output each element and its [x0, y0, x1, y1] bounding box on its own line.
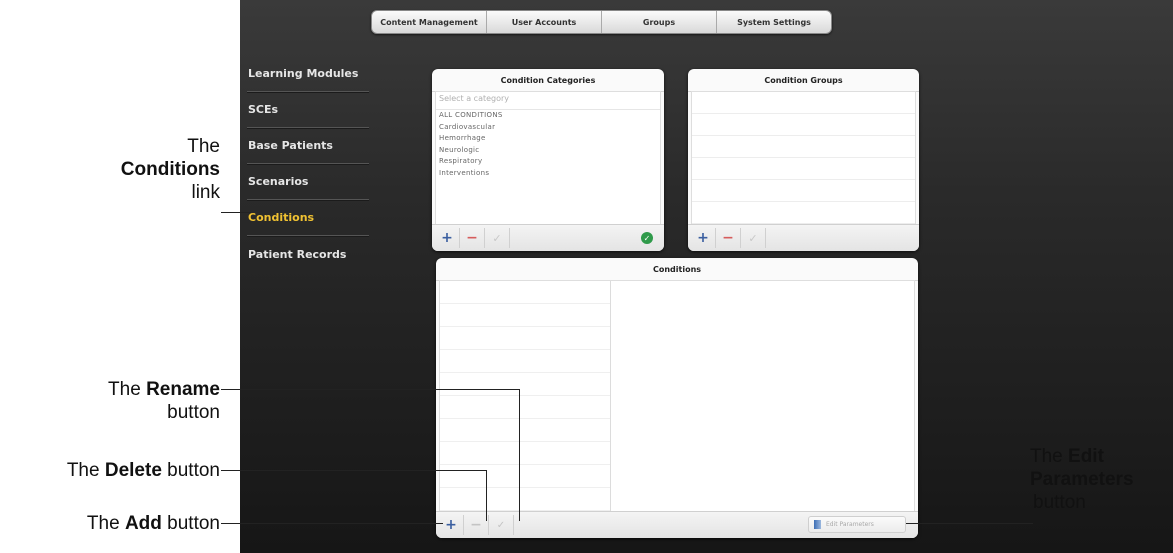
- list-item: [692, 114, 915, 136]
- condition-groups-toolbar: + − ✓: [688, 224, 919, 251]
- condition-groups-title: Condition Groups: [688, 69, 919, 92]
- callout-edit-bold: Edit: [1068, 446, 1104, 467]
- sidebar-item-patient-records[interactable]: Patient Records: [247, 236, 369, 272]
- category-delete-button[interactable]: −: [460, 228, 485, 248]
- sidebar-item-sces[interactable]: SCEs: [247, 92, 369, 128]
- callout-delete-line: [221, 470, 487, 471]
- callout-delete-suffix: button: [167, 460, 220, 481]
- callout-edit-bold2: Parameters: [1030, 469, 1134, 490]
- callout-conditions: The Conditions link: [121, 135, 220, 204]
- condition-categories-toolbar: + − ✓ ✓: [432, 224, 664, 251]
- sidebar-item-learning-modules[interactable]: Learning Modules: [247, 56, 369, 92]
- callout-rename: The Rename button: [108, 378, 220, 424]
- category-placeholder[interactable]: Select a category: [436, 92, 660, 110]
- conditions-panel: Conditions + − ✓ Edit Parameters: [436, 258, 918, 538]
- condition-groups-list: [691, 91, 916, 225]
- condition-groups-panel: Condition Groups + − ✓: [688, 69, 919, 251]
- rename-button[interactable]: ✓: [489, 515, 514, 535]
- callout-rename-line: [221, 389, 520, 390]
- list-item: [440, 465, 610, 488]
- callout-edit-line: [906, 523, 1033, 524]
- tab-system-settings[interactable]: System Settings: [717, 11, 831, 33]
- list-item: [440, 419, 610, 442]
- category-item-cardiovascular[interactable]: Cardiovascular: [436, 122, 660, 134]
- category-item-interventions[interactable]: Interventions: [436, 168, 660, 180]
- condition-categories-title: Condition Categories: [432, 69, 664, 92]
- add-button[interactable]: +: [439, 515, 464, 535]
- conditions-title: Conditions: [436, 258, 918, 281]
- list-item: [692, 158, 915, 180]
- sidebar: Learning Modules SCEs Base Patients Scen…: [247, 56, 369, 272]
- top-nav: Content Management User Accounts Groups …: [371, 10, 832, 34]
- tab-user-accounts[interactable]: User Accounts: [487, 11, 602, 33]
- list-item: [440, 350, 610, 373]
- callout-add-bold: Add: [124, 513, 162, 534]
- parameters-icon: [814, 520, 821, 529]
- conditions-body: [439, 280, 915, 512]
- list-item: [440, 442, 610, 465]
- sidebar-item-conditions[interactable]: Conditions: [247, 200, 369, 236]
- list-item: [440, 281, 610, 304]
- condition-categories-list: Select a category ALL CONDITIONS Cardiov…: [435, 91, 661, 225]
- list-item: [440, 488, 610, 511]
- callout-rename-suffix: button: [167, 402, 220, 423]
- callout-add: The Add button: [87, 512, 220, 535]
- category-item-respiratory[interactable]: Respiratory: [436, 156, 660, 168]
- group-rename-button[interactable]: ✓: [741, 228, 766, 248]
- callout-delete-prefix: The: [66, 460, 100, 481]
- conditions-toolbar: + − ✓ Edit Parameters: [436, 511, 918, 538]
- group-add-button[interactable]: +: [691, 228, 716, 248]
- callout-conditions-prefix: The: [187, 136, 220, 157]
- category-rename-button[interactable]: ✓: [485, 228, 510, 248]
- callout-rename-bold: Rename: [146, 379, 220, 400]
- list-item: [692, 180, 915, 202]
- category-add-button[interactable]: +: [435, 228, 460, 248]
- callout-add-prefix: The: [86, 513, 120, 534]
- callout-edit-suffix: button: [1033, 492, 1086, 513]
- category-item-neurologic[interactable]: Neurologic: [436, 145, 660, 157]
- sidebar-item-scenarios[interactable]: Scenarios: [247, 164, 369, 200]
- conditions-list: [440, 281, 611, 511]
- callout-add-line: [221, 523, 443, 524]
- callout-delete-bold: Delete: [104, 460, 162, 481]
- callout-edit-prefix: The: [1030, 446, 1063, 467]
- category-item-hemorrhage[interactable]: Hemorrhage: [436, 133, 660, 145]
- callout-edit-parameters: The Edit Parameters button: [1030, 445, 1134, 514]
- list-item: [440, 396, 610, 419]
- condition-categories-panel: Condition Categories Select a category A…: [432, 69, 664, 251]
- sidebar-item-base-patients[interactable]: Base Patients: [247, 128, 369, 164]
- callout-delete-line-vertical: [486, 470, 487, 521]
- group-delete-button[interactable]: −: [716, 228, 741, 248]
- callout-conditions-bold: Conditions: [120, 159, 220, 180]
- callout-conditions-suffix: link: [191, 182, 220, 203]
- callout-rename-line-vertical: [519, 389, 520, 521]
- list-item: [692, 92, 915, 114]
- category-item-all-conditions[interactable]: ALL CONDITIONS: [436, 110, 660, 122]
- check-circle-icon[interactable]: ✓: [641, 232, 653, 244]
- list-item: [692, 136, 915, 158]
- edit-parameters-button[interactable]: Edit Parameters: [808, 516, 906, 533]
- callout-rename-prefix: The: [108, 379, 141, 400]
- callout-conditions-line: [221, 212, 251, 213]
- list-item: [440, 327, 610, 350]
- callout-add-suffix: button: [167, 513, 220, 534]
- callout-delete: The Delete button: [67, 459, 220, 482]
- tab-content-management[interactable]: Content Management: [372, 11, 487, 33]
- edit-parameters-label: Edit Parameters: [826, 521, 874, 528]
- list-item: [440, 373, 610, 396]
- tab-groups[interactable]: Groups: [602, 11, 717, 33]
- list-item: [692, 202, 915, 224]
- list-item: [440, 304, 610, 327]
